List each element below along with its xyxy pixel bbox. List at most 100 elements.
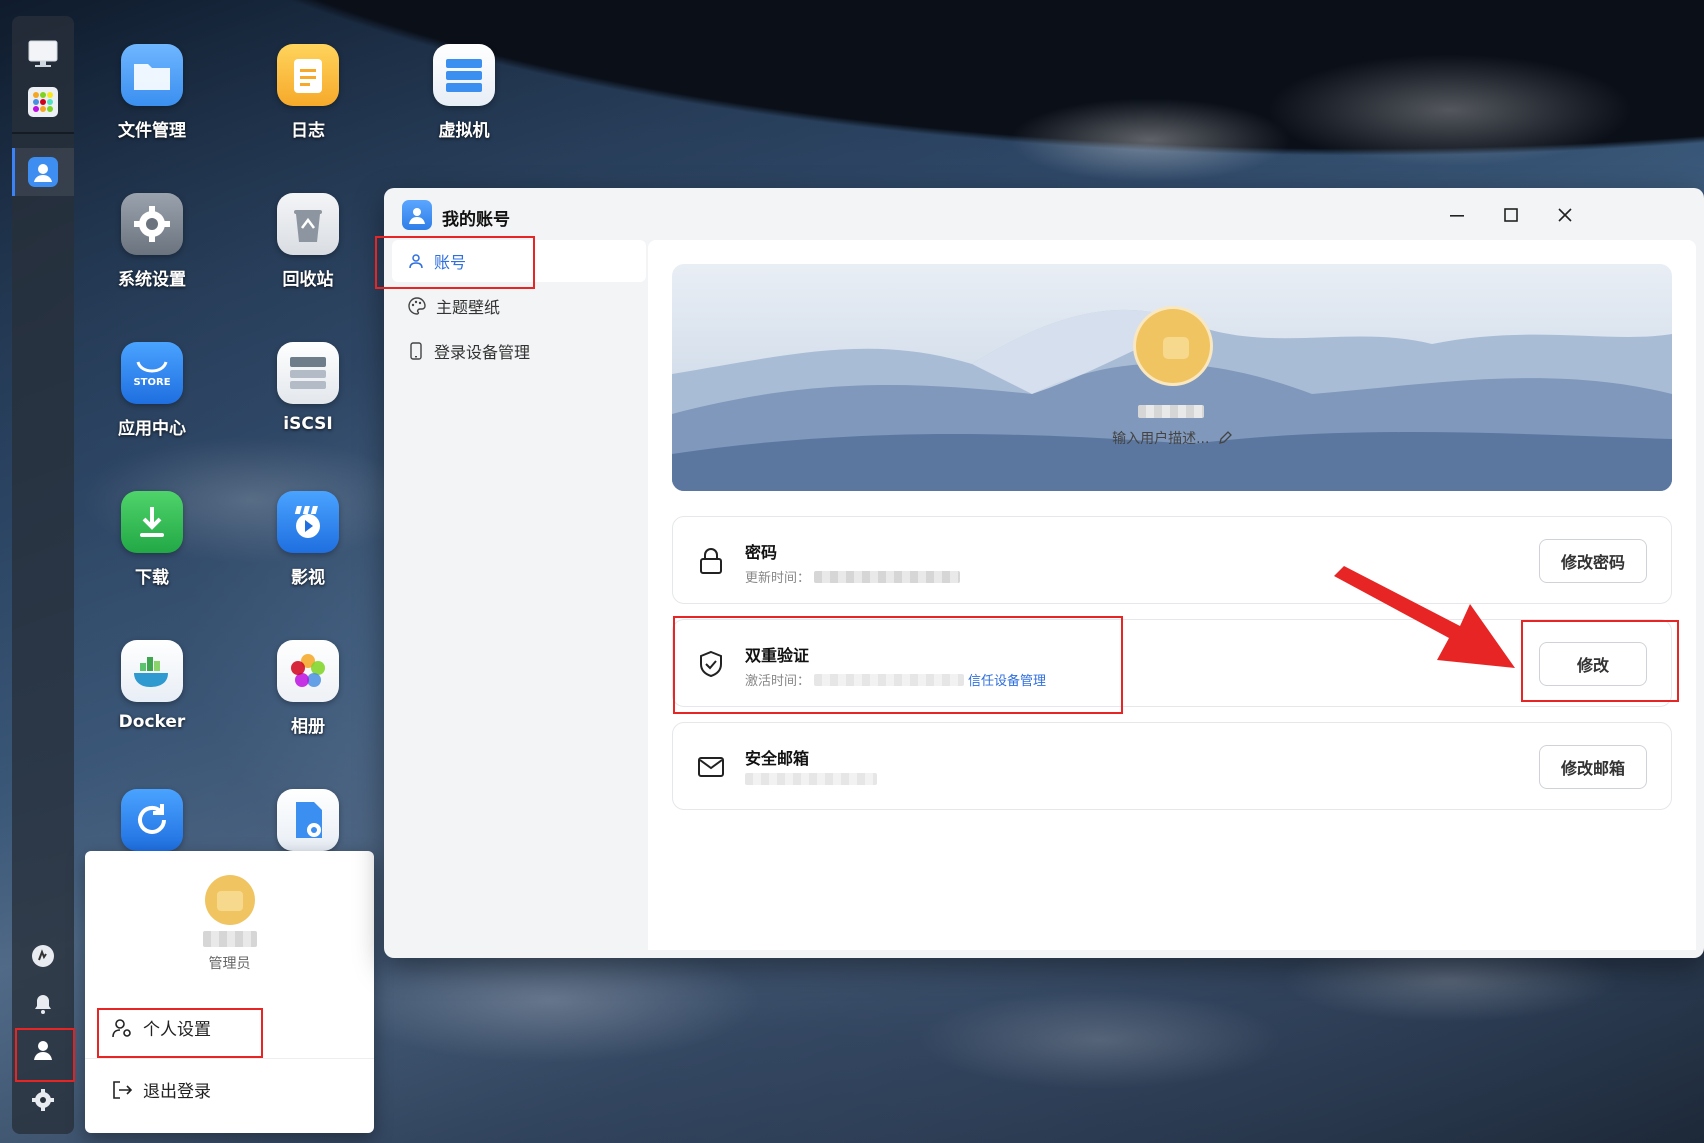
user-dock-icon[interactable] bbox=[25, 1032, 61, 1068]
sidebar-item-login-devices[interactable]: 登录设备管理 bbox=[392, 330, 646, 372]
my-account-dock-icon[interactable] bbox=[25, 154, 61, 190]
folder-icon bbox=[121, 44, 183, 106]
log-icon bbox=[277, 44, 339, 106]
account-app-icon bbox=[402, 200, 432, 230]
minimize-icon bbox=[1450, 215, 1464, 217]
notification-bell-icon[interactable] bbox=[25, 986, 61, 1022]
change-email-button[interactable]: 修改邮箱 bbox=[1539, 745, 1647, 789]
password-card: 密码 更新时间： 修改密码 bbox=[672, 516, 1672, 604]
window-sidebar: 账号 主题壁纸 登录设备管理 bbox=[384, 240, 646, 958]
menu-personal-settings[interactable]: 个人设置 bbox=[111, 1015, 211, 1040]
window-titlebar[interactable]: 我的账号 bbox=[384, 188, 1704, 240]
photos-flower-icon bbox=[277, 640, 339, 702]
desktop-icon-label: 文件管理 bbox=[118, 121, 186, 141]
desktop-icon-virtual-machine[interactable]: 虚拟机 bbox=[404, 44, 524, 141]
mail-icon bbox=[695, 751, 727, 783]
desktop-icon-log[interactable]: 日志 bbox=[248, 44, 368, 141]
description-placeholder: 输入用户描述... bbox=[1112, 431, 1210, 447]
account-content: 输入用户描述... 密码 更新时间： 修改密码 双重验证 激活时间： 信任设备管… bbox=[648, 240, 1696, 950]
change-password-button[interactable]: 修改密码 bbox=[1539, 539, 1647, 583]
update-time-label: 更新时间： bbox=[745, 571, 811, 586]
video-icon bbox=[277, 491, 339, 553]
update-time-redacted bbox=[814, 570, 961, 583]
launcher-icon[interactable] bbox=[25, 84, 61, 120]
card-subtitle: 激活时间： 信任设备管理 bbox=[745, 670, 1046, 689]
sidebar-item-theme-wallpaper[interactable]: 主题壁纸 bbox=[392, 285, 646, 327]
profile-username-redacted bbox=[1138, 405, 1204, 418]
menu-logout[interactable]: 退出登录 bbox=[111, 1077, 211, 1102]
document-camera-icon bbox=[277, 789, 339, 851]
desktop-icon-docker[interactable]: Docker bbox=[92, 640, 212, 732]
sidebar-item-account[interactable]: 账号 bbox=[392, 240, 646, 282]
dock-separator bbox=[12, 132, 74, 134]
desktop-icon-document-scan[interactable] bbox=[248, 789, 368, 851]
sidebar-item-label: 主题壁纸 bbox=[436, 298, 501, 317]
user-avatar bbox=[205, 875, 255, 925]
my-account-window: 我的账号 账号 主题壁纸 登录设备管理 输入用户描述... 密码 更新时间： 修… bbox=[384, 188, 1704, 958]
dock bbox=[12, 16, 74, 1134]
desktop-icon-app-center[interactable]: STORE 应用中心 bbox=[92, 342, 212, 439]
desktop-icon-label: 下载 bbox=[135, 568, 169, 588]
disk-icon bbox=[277, 342, 339, 404]
settings-gear-icon[interactable] bbox=[25, 1082, 61, 1118]
close-button[interactable] bbox=[1548, 198, 1582, 232]
two-factor-card: 双重验证 激活时间： 信任设备管理 修改 bbox=[672, 619, 1672, 707]
menu-label: 个人设置 bbox=[143, 1020, 211, 1040]
user-icon bbox=[409, 254, 423, 269]
menu-label: 退出登录 bbox=[143, 1082, 211, 1102]
desktop-icon-label: 日志 bbox=[291, 121, 325, 141]
desktop-icon-label: 影视 bbox=[291, 568, 325, 588]
sync-icon bbox=[121, 789, 183, 851]
card-subtitle bbox=[745, 773, 877, 785]
edit-pencil-icon[interactable] bbox=[1218, 431, 1232, 445]
desktop-icon[interactable] bbox=[25, 36, 61, 72]
store-badge: STORE bbox=[133, 376, 171, 388]
email-redacted bbox=[745, 773, 877, 785]
palette-icon bbox=[408, 297, 426, 315]
profile-banner: 输入用户描述... bbox=[672, 264, 1672, 491]
desktop-icon-file-manager[interactable]: 文件管理 bbox=[92, 44, 212, 141]
card-title: 安全邮箱 bbox=[745, 749, 810, 768]
docker-whale-icon bbox=[121, 640, 183, 702]
desktop-icon-recycle-bin[interactable]: 回收站 bbox=[248, 193, 368, 290]
close-icon bbox=[1558, 208, 1572, 222]
user-gear-icon bbox=[112, 1018, 131, 1037]
desktop-icon-video[interactable]: 影视 bbox=[248, 491, 368, 588]
activation-time-label: 激活时间： bbox=[745, 674, 811, 689]
download-icon bbox=[121, 491, 183, 553]
activation-time-redacted bbox=[814, 673, 965, 686]
desktop-icon-label: 相册 bbox=[291, 717, 325, 737]
server-icon bbox=[433, 44, 495, 106]
phone-icon bbox=[410, 342, 422, 360]
security-email-card: 安全邮箱 修改邮箱 bbox=[672, 722, 1672, 810]
modify-two-factor-button[interactable]: 修改 bbox=[1539, 642, 1647, 686]
sidebar-item-label: 账号 bbox=[434, 253, 467, 272]
window-title: 我的账号 bbox=[442, 210, 510, 230]
recycle-icon bbox=[277, 193, 339, 255]
profile-avatar[interactable] bbox=[1133, 306, 1213, 386]
maximize-icon bbox=[1504, 208, 1518, 222]
desktop-icon-system-settings[interactable]: 系统设置 bbox=[92, 193, 212, 290]
desktop-icon-sync[interactable] bbox=[92, 789, 212, 851]
desktop-icon-label: Docker bbox=[118, 712, 186, 732]
desktop-icon-album[interactable]: 相册 bbox=[248, 640, 368, 737]
card-title: 双重验证 bbox=[745, 646, 810, 665]
username-redacted bbox=[203, 931, 257, 947]
shield-check-icon bbox=[695, 648, 727, 680]
desktop-icon-iscsi[interactable]: iSCSI bbox=[248, 342, 368, 434]
desktop-icon-label: 回收站 bbox=[282, 270, 334, 290]
store-icon: STORE bbox=[121, 342, 183, 404]
trusted-devices-link[interactable]: 信任设备管理 bbox=[968, 670, 1046, 689]
card-subtitle: 更新时间： bbox=[745, 567, 961, 586]
resource-monitor-icon[interactable] bbox=[25, 938, 61, 974]
gear-icon bbox=[121, 193, 183, 255]
lock-icon bbox=[695, 545, 727, 577]
desktop-icon-download[interactable]: 下载 bbox=[92, 491, 212, 588]
profile-description[interactable]: 输入用户描述... bbox=[672, 428, 1672, 448]
minimize-button[interactable] bbox=[1440, 198, 1474, 232]
user-role: 管理员 bbox=[208, 956, 251, 972]
logout-icon bbox=[113, 1080, 133, 1099]
desktop-icon-label: iSCSI bbox=[283, 414, 333, 434]
desktop-icon-label: 应用中心 bbox=[118, 419, 186, 439]
maximize-button[interactable] bbox=[1494, 198, 1528, 232]
